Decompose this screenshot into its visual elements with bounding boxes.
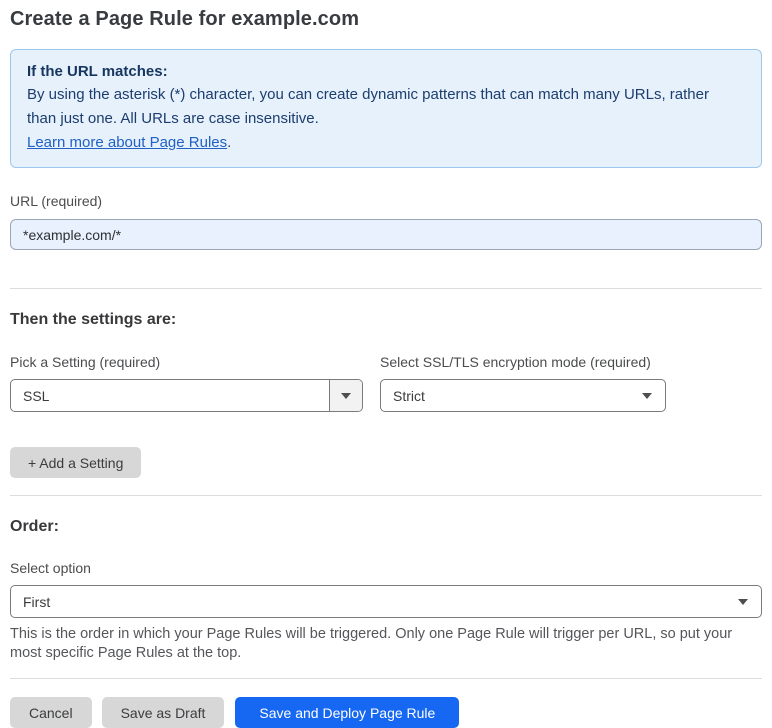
link-period: . — [227, 134, 232, 151]
info-box-link-line: Learn more about Page Rules. — [27, 131, 745, 155]
caret-down-icon — [738, 598, 748, 605]
order-help-text: This is the order in which your Page Rul… — [10, 626, 733, 661]
page-title: Create a Page Rule for example.com — [10, 8, 360, 30]
url-match-info-box: If the URL matches: By using the asteris… — [10, 49, 762, 168]
ssl-mode-label: Select SSL/TLS encryption mode (required… — [380, 354, 651, 370]
ssl-mode-value: Strict — [393, 387, 425, 404]
settings-selects-row: Pick a Setting (required) SSL Select SSL… — [10, 354, 762, 412]
caret-down-icon — [341, 392, 351, 399]
settings-section-heading: Then the settings are: — [10, 311, 177, 328]
ssl-mode-field: Select SSL/TLS encryption mode (required… — [380, 354, 666, 412]
save-deploy-button[interactable]: Save and Deploy Page Rule — [235, 697, 460, 728]
info-box-heading: If the URL matches: — [27, 63, 168, 80]
learn-more-link[interactable]: Learn more about Page Rules — [27, 134, 227, 151]
pick-setting-select[interactable]: SSL — [10, 379, 363, 412]
pick-setting-label: Pick a Setting (required) — [10, 354, 161, 370]
divider — [10, 495, 762, 496]
divider — [10, 678, 762, 679]
create-page-rule-panel: Create a Page Rule for example.com If th… — [0, 0, 772, 728]
pick-setting-field: Pick a Setting (required) SSL — [10, 354, 363, 412]
order-section-heading: Order: — [10, 518, 59, 535]
url-input[interactable] — [10, 219, 762, 250]
dropdown-arrow-button[interactable] — [329, 380, 362, 411]
pick-setting-value: SSL — [23, 387, 50, 404]
ssl-mode-select[interactable]: Strict — [380, 379, 666, 412]
divider — [10, 288, 762, 289]
save-draft-button[interactable]: Save as Draft — [101, 697, 225, 728]
order-select-label: Select option — [10, 560, 91, 576]
footer-actions: Cancel Save as Draft Save and Deploy Pag… — [10, 697, 762, 728]
cancel-button[interactable]: Cancel — [10, 697, 92, 728]
caret-down-icon — [642, 392, 652, 399]
info-box-body: By using the asterisk (*) character, you… — [27, 86, 709, 127]
url-field-label: URL (required) — [10, 193, 103, 209]
order-select[interactable]: First — [10, 585, 762, 618]
order-select-value: First — [23, 593, 51, 610]
add-setting-button[interactable]: + Add a Setting — [10, 447, 142, 478]
